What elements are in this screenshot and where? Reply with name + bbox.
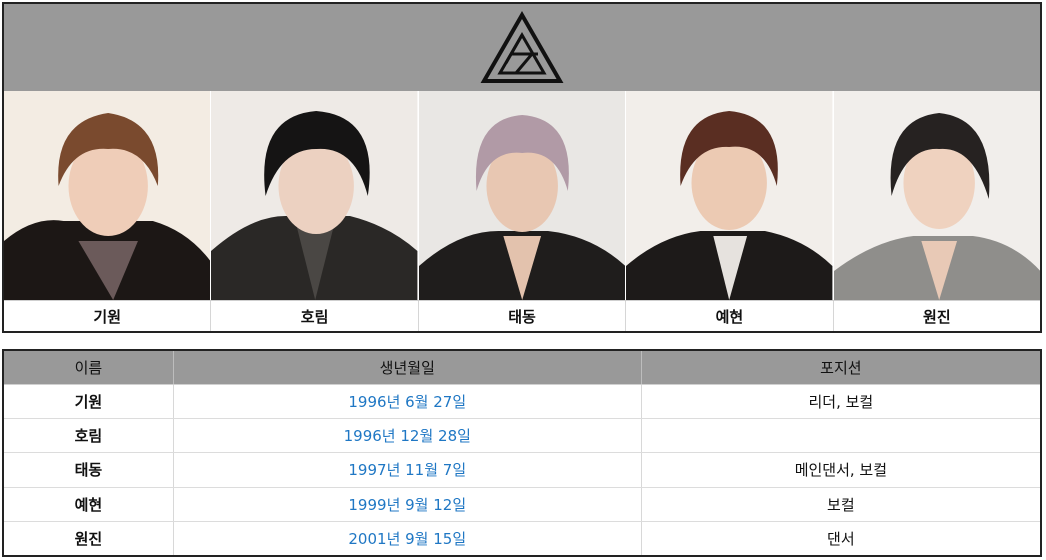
member-photo-wonjin[interactable] — [833, 91, 1041, 300]
row-position: 메인댄서, 보컬 — [641, 452, 1041, 488]
table-row: 예현 1999년 9월 12일 보컬 — [3, 487, 1041, 523]
triangle-logo-icon — [480, 10, 564, 83]
member-photo-horim[interactable] — [211, 91, 419, 300]
row-position: 댄서 — [827, 530, 855, 549]
row-position: 리더, 보컬 — [641, 384, 1041, 419]
member-photo-taedong[interactable] — [418, 91, 627, 300]
row-name: 호림 — [3, 418, 174, 454]
row-position — [641, 418, 1041, 454]
row-name: 태동 — [3, 452, 174, 488]
birthdate-link[interactable]: 1996년 6월 27일 — [348, 393, 466, 411]
member-name: 호림 — [211, 301, 419, 331]
table-row: 원진 2001년 9월 15일 댄서 — [3, 521, 1041, 556]
birthdate-link[interactable]: 1996년 12월 28일 — [344, 427, 471, 445]
member-name: 원진 — [923, 307, 951, 326]
row-name: 기원 — [3, 384, 174, 419]
table-row: 호림 1996년 12월 28일 — [3, 418, 1041, 454]
logo-banner — [4, 4, 1040, 91]
header-birthdate: 생년월일 — [173, 350, 642, 385]
header-name: 이름 — [3, 350, 174, 385]
row-name: 원진 — [3, 521, 174, 556]
birthdate-link[interactable]: 2001년 9월 15일 — [348, 530, 466, 548]
member-name: 예현 — [626, 301, 834, 331]
photo-row — [4, 91, 1041, 300]
member-card: 기원 호림 태동 예현 원진 — [2, 2, 1042, 333]
row-name: 예현 — [3, 487, 174, 523]
member-photo-kiwon[interactable] — [4, 91, 212, 300]
header-position: 포지션 — [641, 350, 1041, 385]
member-photo-yehyun[interactable] — [626, 91, 834, 300]
row-position: 보컬 — [641, 487, 1041, 523]
table-header-row: 이름 생년월일 포지션 — [3, 350, 1041, 385]
table-row: 기원 1996년 6월 27일 리더, 보컬 — [3, 384, 1041, 419]
birthdate-link[interactable]: 1999년 9월 12일 — [348, 496, 466, 514]
member-name: 기원 — [4, 301, 212, 331]
birthdate-link[interactable]: 1997년 11월 7일 — [348, 461, 466, 479]
member-profile-table: 이름 생년월일 포지션 기원 1996년 6월 27일 리더, 보컬 호림 19… — [2, 349, 1042, 557]
member-name: 태동 — [419, 301, 627, 331]
table-row: 태동 1997년 11월 7일 메인댄서, 보컬 — [3, 452, 1041, 488]
member-name-row: 기원 호림 태동 예현 원진 — [4, 300, 1040, 331]
